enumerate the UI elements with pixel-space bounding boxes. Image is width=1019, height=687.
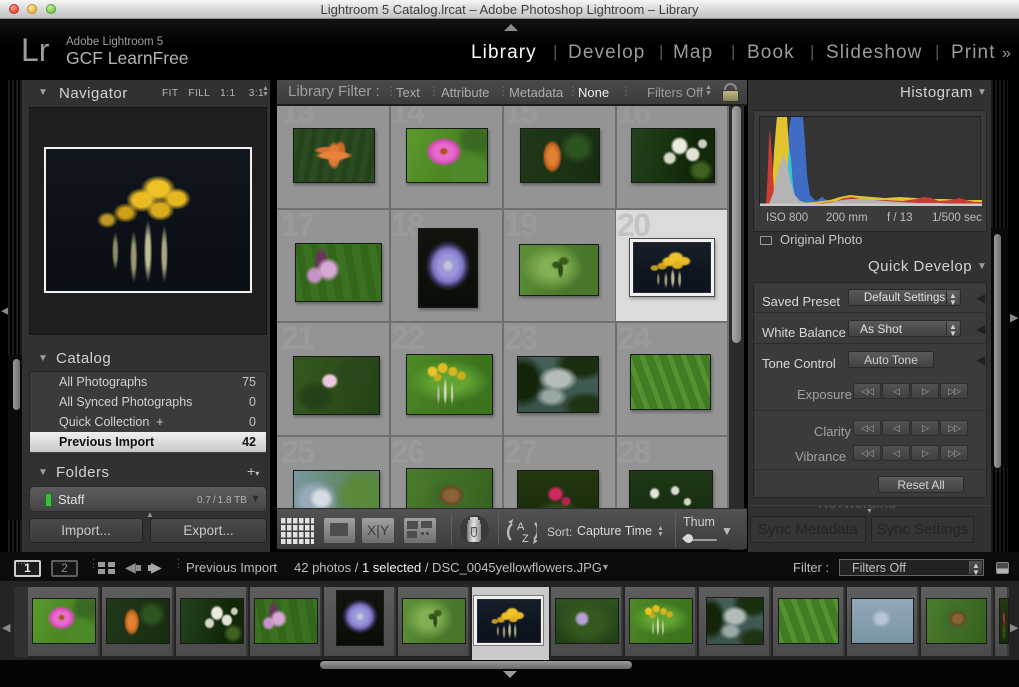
- svg-text:Z: Z: [522, 533, 529, 544]
- svg-text:A: A: [517, 521, 525, 533]
